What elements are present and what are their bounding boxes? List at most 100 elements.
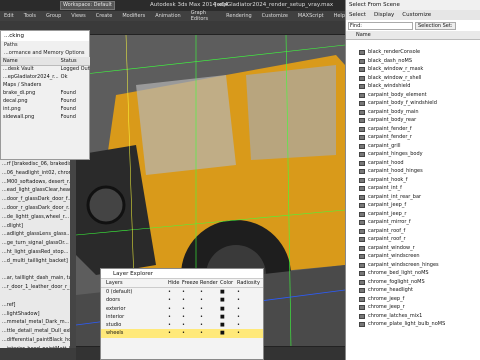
material-list-item[interactable]: ...ttle_detail_metal_Dull_exhau... [0,327,70,336]
col-name[interactable]: Name [1,57,59,66]
scene-object-row[interactable]: carpaint_hinges_body [346,150,480,159]
scene-object-row[interactable]: carpaint_mirror_f [346,218,480,227]
radiosity-toggle-icon[interactable]: • [237,296,262,304]
material-list-item[interactable]: ...ead_light_glassClear,headli... [0,186,70,195]
material-list-item[interactable]: ...door_r_glassDark_door_r... [0,204,70,213]
render-toggle-icon[interactable]: • [200,296,220,304]
menu-item[interactable]: Tools [24,13,36,19]
hide-toggle-icon[interactable]: • [168,305,182,313]
selection-set-button[interactable]: Selection Set: [415,21,456,30]
scene-object-row[interactable]: carpaint_jeep_r [346,210,480,219]
menu-item[interactable]: Modifiers [122,13,145,19]
scene-object-row[interactable]: black_dash_noMS [346,57,480,66]
freeze-toggle-icon[interactable]: • [182,305,200,313]
render-toggle-icon[interactable]: • [200,329,220,337]
material-list-item[interactable]: ...rf [brakedisc_06, brakedisc... [0,160,70,169]
scene-column-header[interactable]: Name [346,31,480,40]
material-list-item[interactable]: ...ht_light_glassRed_stop... [0,248,70,257]
freeze-toggle-icon[interactable]: • [182,313,200,321]
menu-item[interactable]: Animation [155,13,181,19]
scene-object-row[interactable]: chrome_jeep_r [346,303,480,312]
color-swatch[interactable]: ■ [220,288,237,296]
menu-item[interactable]: Group [46,13,61,19]
radiosity-toggle-icon[interactable]: • [237,313,262,321]
layer-row[interactable]: exterior • • • ■ • [101,305,263,313]
menu-item[interactable]: Help [334,13,345,19]
scene-object-row[interactable]: carpaint_body_element [346,91,480,100]
render-toggle-icon[interactable]: • [200,321,220,329]
freeze-toggle-icon[interactable]: • [182,296,200,304]
scene-object-row[interactable]: carpaint_window_r [346,244,480,253]
render-toggle-icon[interactable]: • [200,313,220,321]
render-toggle-icon[interactable]: • [200,288,220,296]
radiosity-toggle-icon[interactable]: • [237,305,262,313]
asset-menu-options[interactable]: ...ormance and Memory Options [1,49,89,57]
material-list-item[interactable]: ...adlight_glassLens_glass... [0,230,70,239]
scene-object-row[interactable]: carpaint_roof_r [346,235,480,244]
scene-object-row[interactable]: chrome_latches_mix1 [346,312,480,321]
menu-item[interactable]: Views [71,13,85,19]
col-status[interactable]: Status [58,57,90,66]
layer-col-hide[interactable]: Hide [168,279,182,287]
material-list-item[interactable]: ...door_f_glassDark_door_f... [0,195,70,204]
color-swatch[interactable]: ■ [220,329,237,337]
material-list-item[interactable]: ...interior_hood_paintMatt_be... [0,345,70,348]
menu-item[interactable]: MAXScript [298,13,324,19]
hide-toggle-icon[interactable]: • [168,321,182,329]
scene-object-row[interactable]: carpaint_windscreen_hinges [346,261,480,270]
scene-object-row[interactable]: black_window_r_mask [346,65,480,74]
material-list-item[interactable]: ...r_door_1_leather_door_r_rooff... [0,283,70,292]
layer-col-freeze[interactable]: Freeze [182,279,200,287]
layer-row[interactable]: wheels • • • ■ • [101,329,263,338]
scene-object-row[interactable]: carpaint_roof_f [346,227,480,236]
scene-object-row[interactable]: carpaint_grill [346,142,480,151]
render-toggle-icon[interactable]: • [200,305,220,313]
layer-row[interactable]: 0 (default) • • • ■ • [101,288,263,296]
material-list-item[interactable]: ...ge_turn_signal_glassOr... [0,239,70,248]
scene-object-row[interactable]: carpaint_body_f_windshield [346,99,480,108]
freeze-toggle-icon[interactable]: • [182,329,200,337]
color-swatch[interactable]: ■ [220,313,237,321]
tab-select[interactable]: Select [349,10,366,20]
scene-object-row[interactable]: carpaint_body_rear [346,116,480,125]
layer-col-render[interactable]: Render [200,279,220,287]
material-list-item[interactable]: ...mmetal_metal_Dark_m... [0,318,70,327]
tab-display[interactable]: Display [374,10,394,20]
material-list-item[interactable]: ...ref] [0,301,70,310]
layer-col-radiosity[interactable]: Radiosity [237,279,262,287]
asset-row[interactable]: decal.png Found [1,97,90,105]
material-list-item[interactable]: ...de_lightt_glass,wheel_r... [0,213,70,222]
scene-object-row[interactable]: chrome_foglight_noMS [346,278,480,287]
material-list-item[interactable]: ...dlight] [0,222,70,231]
scene-object-row[interactable]: carpaint_windscreen [346,252,480,261]
scene-object-row[interactable]: chrome_jeep_f [346,295,480,304]
scene-object-row[interactable]: black_window_r_shell [346,74,480,83]
scene-object-row[interactable]: chrome_headlight [346,286,480,295]
layer-row[interactable]: doors • • • ■ • [101,296,263,304]
radiosity-toggle-icon[interactable]: • [237,288,262,296]
scene-object-row[interactable]: carpaint_fender_f [346,125,480,134]
color-swatch[interactable]: ■ [220,296,237,304]
asset-row[interactable]: sidewall.png Found [1,113,90,121]
hide-toggle-icon[interactable]: • [168,313,182,321]
layer-col-layers[interactable]: Layers [106,279,168,287]
asset-row[interactable]: ...epGladiator2024_r... Ok [1,73,90,81]
material-list-item[interactable]: ...06_headlight_int02, chrom... [0,169,70,178]
scene-object-row[interactable]: carpaint_fender_r [346,133,480,142]
scene-object-row[interactable]: carpaint_hood [346,159,480,168]
material-list-item[interactable]: ...differential_paintBlack_hood... [0,336,70,345]
asset-row[interactable]: int.png Found [1,105,90,113]
scene-object-row[interactable]: carpaint_int_rear_bar [346,193,480,202]
hide-toggle-icon[interactable]: • [168,296,182,304]
hide-toggle-icon[interactable]: • [168,329,182,337]
hide-toggle-icon[interactable]: • [168,288,182,296]
asset-row[interactable]: ...desk Vault Logged Out [1,65,90,73]
workspace-dropdown[interactable]: Workspace: Default [60,1,115,10]
scene-object-row[interactable]: black_renderConsole [346,48,480,57]
asset-row[interactable]: brake_di.png Found [1,89,90,97]
menu-item[interactable]: Customize [262,13,288,19]
material-list-item[interactable]: ...M00_softadows, desert_r... [0,178,70,187]
find-input[interactable]: Find: [348,21,413,30]
tab-customize[interactable]: Customize [402,10,431,20]
scene-object-row[interactable]: chrome_plate_light_bulb_noMS [346,320,480,329]
